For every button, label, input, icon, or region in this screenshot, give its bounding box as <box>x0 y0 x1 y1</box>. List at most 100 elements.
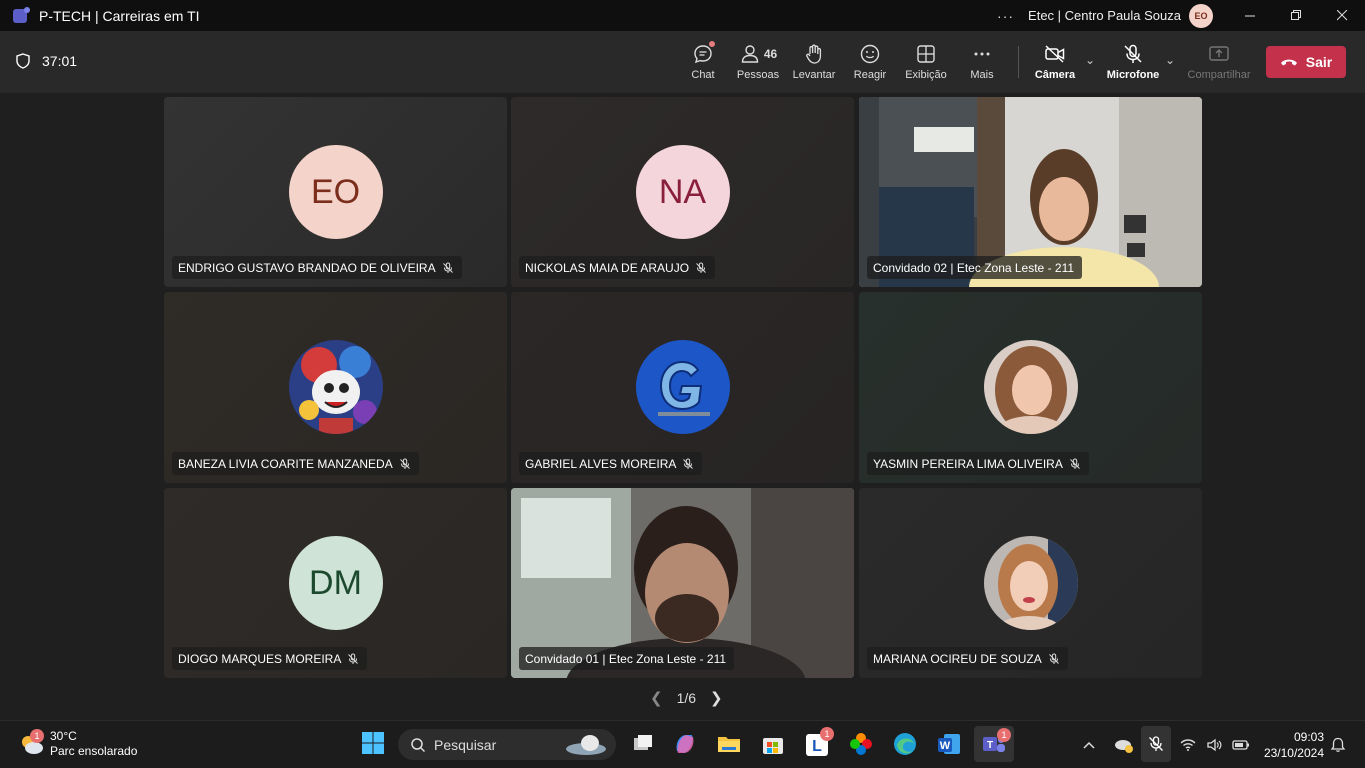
l-app-icon[interactable]: L 1 <box>804 727 834 757</box>
restore-button[interactable] <box>1273 0 1319 31</box>
profile-picture <box>288 340 383 434</box>
participant-name: BANEZA LIVIA COARITE MANZANEDA <box>178 456 393 471</box>
hand-icon <box>806 44 822 64</box>
participant-tile[interactable]: DM DIOGO MARQUES MOREIRA <box>164 488 507 678</box>
people-label: Pessoas <box>736 69 780 81</box>
previous-page-icon[interactable]: ❮ <box>650 689 663 707</box>
participant-tile[interactable]: BANEZA LIVIA COARITE MANZANEDA <box>164 292 507 483</box>
participant-avatar: DM <box>288 536 383 630</box>
page-indicator: 1/6 <box>676 690 697 706</box>
teams-taskbar-icon[interactable]: T 1 <box>974 726 1014 762</box>
task-view-icon[interactable] <box>630 731 656 757</box>
profile-picture <box>983 340 1078 434</box>
windows-taskbar: 1 30°C Parc ensolarado Pesquisar L 1 W T… <box>0 720 1365 768</box>
windows-start-icon[interactable] <box>361 731 387 757</box>
share-button[interactable]: Compartilhar <box>1186 31 1252 93</box>
participant-name: NICKOLAS MAIA DE ARAUJO <box>525 260 690 275</box>
mic-muted-icon <box>1069 458 1080 469</box>
participant-name-tag: MARIANA OCIREU DE SOUZA <box>867 647 1068 670</box>
more-button[interactable]: Mais <box>964 31 1000 93</box>
participant-name-tag: NICKOLAS MAIA DE ARAUJO <box>519 256 716 279</box>
mic-muted-tray[interactable] <box>1141 726 1171 762</box>
participant-tile[interactable]: MARIANA OCIREU DE SOUZA <box>859 488 1202 678</box>
active-speaker-video-tile[interactable]: Convidado 01 | Etec Zona Leste - 211 <box>511 488 854 678</box>
mic-muted-icon <box>399 458 410 469</box>
microsoft-store-icon[interactable] <box>760 731 786 757</box>
participant-avatar: NA <box>635 145 730 239</box>
show-hidden-icons[interactable] <box>1082 721 1096 768</box>
notifications-button[interactable] <box>1330 721 1346 768</box>
copilot-icon[interactable] <box>672 731 698 757</box>
timer-text: 37:01 <box>42 53 78 69</box>
user-avatar[interactable]: EO <box>1189 3 1213 28</box>
participant-video-tile[interactable]: Convidado 02 | Etec Zona Leste - 211 <box>859 97 1202 287</box>
more-options-icon[interactable]: ··· <box>997 8 1014 24</box>
clock-date: 23/10/2024 <box>1263 746 1324 760</box>
next-page-icon[interactable]: ❯ <box>710 689 723 707</box>
profile-picture <box>635 340 730 434</box>
l-app-badge: 1 <box>820 727 834 741</box>
weather-widget[interactable]: 1 30°C Parc ensolarado <box>18 729 137 759</box>
people-count: 46 <box>763 47 778 61</box>
leave-button[interactable]: Sair <box>1266 46 1346 78</box>
taskbar-search[interactable]: Pesquisar <box>398 729 616 760</box>
participant-name-tag: BANEZA LIVIA COARITE MANZANEDA <box>172 452 419 475</box>
bell-icon <box>1330 737 1346 752</box>
taskbar-clock[interactable]: 09:03 23/10/2024 <box>1258 729 1324 761</box>
svg-text:L: L <box>812 738 822 755</box>
camera-options-chevron-icon[interactable]: ⌄ <box>1085 53 1095 67</box>
close-icon <box>1336 10 1347 21</box>
file-explorer-icon[interactable] <box>716 731 742 757</box>
mic-muted-icon <box>442 262 453 273</box>
weather-sun-cloud-icon: 1 <box>18 729 44 755</box>
temperature: 30°C <box>50 729 77 743</box>
battery-icon <box>1232 739 1249 750</box>
participant-tile[interactable]: EO ENDRIGO GUSTAVO BRANDAO DE OLIVEIRA <box>164 97 507 287</box>
svg-text:W: W <box>940 740 951 752</box>
hang-up-icon <box>1280 59 1297 66</box>
more-label: Mais <box>970 69 994 81</box>
smiley-icon <box>860 44 880 64</box>
microphone-button[interactable]: Microfone <box>1106 31 1160 93</box>
word-icon[interactable]: W <box>936 731 962 757</box>
photos-icon[interactable] <box>848 731 874 757</box>
participant-tile[interactable]: GABRIEL ALVES MOREIRA <box>511 292 854 483</box>
teams-badge: 1 <box>997 728 1011 742</box>
minimize-button[interactable] <box>1227 0 1273 31</box>
profile-picture <box>983 536 1078 630</box>
participant-name-tag: Convidado 01 | Etec Zona Leste - 211 <box>519 647 735 670</box>
gallery-pager: ❮ 1/6 ❯ <box>650 689 723 707</box>
participant-name: DIOGO MARQUES MOREIRA <box>178 651 342 666</box>
edge-browser-icon[interactable] <box>892 731 918 757</box>
grid-view-icon <box>917 45 935 63</box>
microphone-options-chevron-icon[interactable]: ⌄ <box>1165 53 1175 67</box>
unread-dot <box>709 41 715 47</box>
raise-hand-button[interactable]: Levantar <box>792 31 836 93</box>
leave-label: Sair <box>1305 54 1333 70</box>
meeting-toolbar: 37:01 Chat 46 Pessoas Levantar Reagir Ex… <box>0 31 1365 93</box>
participant-name-tag: Convidado 02 | Etec Zona Leste - 211 <box>867 256 1083 279</box>
mic-muted-icon <box>696 262 706 273</box>
view-button[interactable]: Exibição <box>904 31 948 93</box>
participant-name: ENDRIGO GUSTAVO BRANDAO DE OLIVEIRA <box>178 260 436 275</box>
chat-label: Chat <box>691 69 715 81</box>
organization-name: Etec | Centro Paula Souza <box>1028 8 1181 23</box>
window-title: P-TECH | Carreiras em TI <box>39 7 200 24</box>
title-bar: P-TECH | Carreiras em TI ··· Etec | Cent… <box>0 0 1365 31</box>
onedrive-tray[interactable] <box>1114 721 1134 768</box>
volume-icon <box>1207 738 1222 751</box>
close-button[interactable] <box>1319 0 1365 31</box>
participant-tile[interactable]: YASMIN PEREIRA LIMA OLIVEIRA <box>859 292 1202 483</box>
people-button[interactable]: 46 Pessoas <box>736 31 780 93</box>
system-tray-status[interactable] <box>1180 721 1250 768</box>
weather-badge: 1 <box>30 729 44 743</box>
search-icon <box>411 737 426 752</box>
participant-tile[interactable]: NA NICKOLAS MAIA DE ARAUJO <box>511 97 854 287</box>
chevron-up-icon <box>1083 741 1095 749</box>
chat-button[interactable]: Chat <box>686 31 720 93</box>
react-button[interactable]: Reagir <box>852 31 888 93</box>
camera-button[interactable]: Câmera <box>1032 31 1078 93</box>
camera-off-icon <box>1045 45 1065 63</box>
participant-name: YASMIN PEREIRA LIMA OLIVEIRA <box>873 456 1063 471</box>
participant-name: GABRIEL ALVES MOREIRA <box>525 456 677 471</box>
